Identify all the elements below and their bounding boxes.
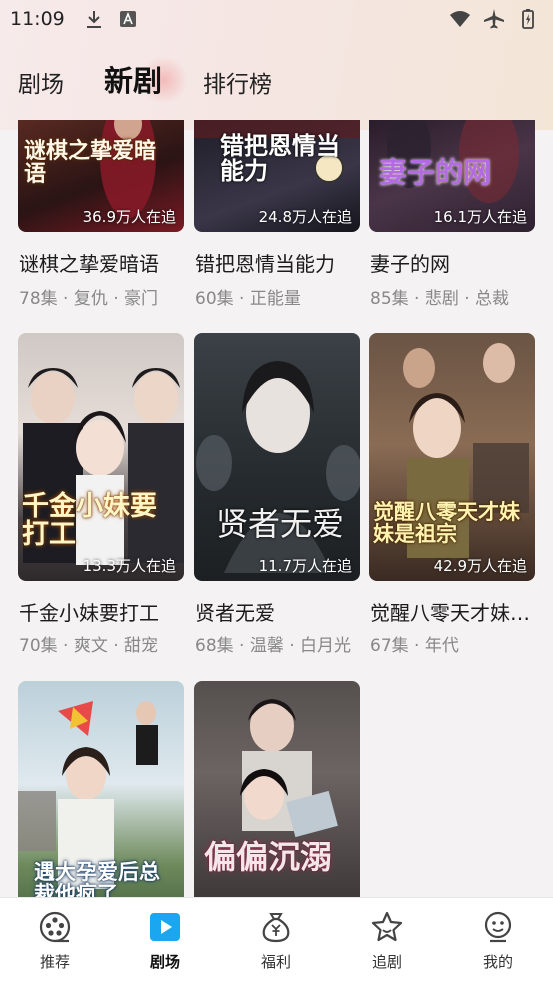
status-bar: 11:09: [0, 0, 553, 38]
drama-title[interactable]: 觉醒八零天才妹…: [370, 597, 540, 626]
viewer-count: 36.9万人在追: [82, 208, 176, 226]
airplane-icon: [484, 9, 504, 29]
nav-recommend[interactable]: 推荐: [0, 898, 110, 983]
poster-title: 觉醒八零天才妹妹是祖宗: [373, 500, 520, 547]
tab-theater[interactable]: 剧场: [18, 65, 64, 99]
drama-poster[interactable]: 千金小妹要打工 13.3万人在追: [18, 333, 184, 581]
drama-title[interactable]: 谜棋之挚爱暗语: [19, 248, 189, 277]
download-icon: [86, 11, 101, 28]
viewer-count: 42.9万人在追: [433, 557, 527, 575]
nav-label: 我的: [482, 953, 513, 971]
play-icon: [150, 913, 180, 941]
nav-label: 追剧: [371, 953, 402, 971]
drama-poster[interactable]: 偏偏沉溺: [194, 681, 360, 897]
drama-meta: 60集 · 正能量: [195, 289, 301, 309]
viewer-count: 16.1万人在追: [433, 208, 527, 226]
star-icon: [371, 911, 403, 942]
category-tabs: 剧场 新剧 排行榜: [0, 52, 553, 108]
drama-meta: 78集 · 复仇 · 豪门: [19, 289, 159, 309]
nav-following[interactable]: 追剧: [332, 898, 442, 983]
drama-poster[interactable]: 遇大孕爱后总裁他疯了: [18, 681, 184, 897]
drama-poster[interactable]: 妻子的网 16.1万人在追: [369, 120, 535, 232]
battery-charging-icon: [522, 9, 534, 29]
font-a-icon: [119, 11, 136, 27]
drama-title[interactable]: 妻子的网: [370, 248, 540, 277]
viewer-count: 11.7万人在追: [258, 557, 352, 575]
poster-title: 遇大孕爱后总裁他疯了: [34, 860, 160, 897]
poster-title: 偏偏沉溺: [204, 838, 333, 876]
film-reel-icon: [39, 911, 71, 943]
drama-poster[interactable]: 贤者无爱 11.7万人在追: [194, 333, 360, 581]
poster-title: 贤者无爱: [216, 505, 345, 543]
poster-title: 谜棋之挚爱暗语: [24, 139, 157, 188]
drama-poster[interactable]: 错把恩情当能力 24.8万人在追: [194, 120, 360, 232]
drama-poster[interactable]: 谜棋之挚爱暗语 36.9万人在追: [18, 120, 184, 232]
profile-icon: [484, 911, 512, 943]
poster-title: 妻子的网: [379, 156, 492, 189]
nav-profile[interactable]: 我的: [443, 898, 553, 983]
tab-ranking[interactable]: 排行榜: [203, 65, 272, 99]
nav-label: 剧场: [149, 953, 180, 971]
drama-poster[interactable]: 觉醒八零天才妹妹是祖宗 42.9万人在追: [369, 333, 535, 581]
poster-figure: [196, 361, 360, 573]
drama-title[interactable]: 千金小妹要打工: [19, 597, 189, 626]
poster-title: 错把恩情当能力: [220, 132, 340, 186]
money-bag-icon: [262, 913, 290, 943]
tab-new-drama[interactable]: 新剧: [104, 58, 162, 100]
wifi-icon: [450, 11, 470, 27]
drama-meta: 68集 · 温馨 · 白月光: [195, 636, 352, 656]
nav-label: 福利: [260, 953, 291, 971]
bottom-navigation: 推荐 剧场 福利 追剧 我的: [0, 897, 553, 983]
status-time: 11:09: [10, 8, 65, 30]
viewer-count: 13.3万人在追: [82, 557, 176, 575]
nav-theater[interactable]: 剧场: [110, 898, 220, 983]
drama-meta: 70集 · 爽文 · 甜宠: [19, 636, 159, 656]
drama-title[interactable]: 错把恩情当能力: [195, 248, 365, 277]
drama-meta: 67集 · 年代: [370, 636, 459, 656]
drama-title[interactable]: 贤者无爱: [195, 597, 365, 626]
drama-meta: 85集 · 悲剧 · 总裁: [370, 289, 510, 309]
poster-title: 千金小妹要打工: [22, 491, 157, 551]
drama-grid: 谜棋之挚爱暗语 36.9万人在追 谜棋之挚爱暗语 78集 · 复仇 · 豪门 错…: [0, 120, 553, 897]
viewer-count: 24.8万人在追: [258, 208, 352, 226]
nav-rewards[interactable]: 福利: [221, 898, 331, 983]
nav-label: 推荐: [39, 953, 70, 971]
